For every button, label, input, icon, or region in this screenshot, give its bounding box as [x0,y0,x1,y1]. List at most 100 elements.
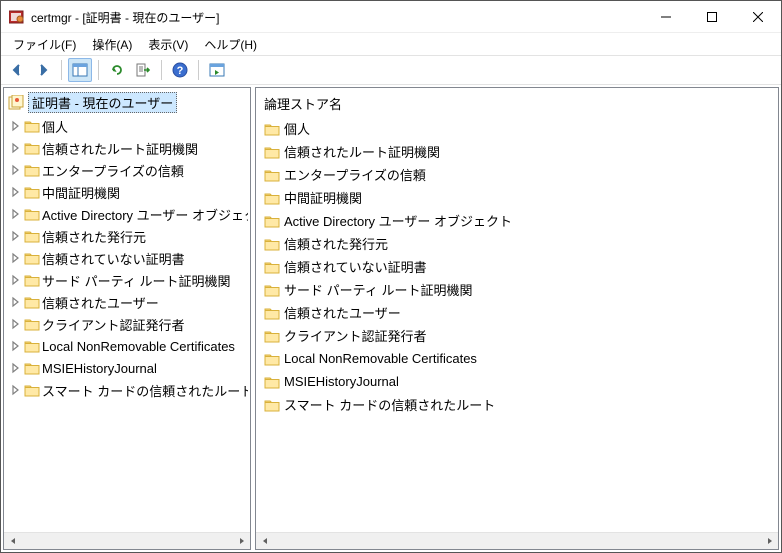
list-column-header[interactable]: 論理ストア名 [256,90,778,117]
chevron-right-icon[interactable] [10,362,22,374]
scroll-right-icon[interactable] [233,533,250,550]
chevron-right-icon[interactable] [10,142,22,154]
list-body[interactable]: 論理ストア名 個人信頼されたルート証明機関エンタープライズの信頼中間証明機関 Ac… [256,88,778,532]
forward-button[interactable] [31,58,55,82]
scroll-right-icon[interactable] [761,533,778,550]
folder-icon [24,383,40,397]
list-item[interactable]: 個人 [256,117,778,140]
tree-item[interactable]: 信頼されていない証明書 [4,247,250,269]
tree-root-node[interactable]: 証明書 - 現在のユーザー [4,90,250,115]
tree-item[interactable]: 信頼されたルート証明機関 [4,137,250,159]
tree-item-label: 信頼されたルート証明機関 [42,139,198,158]
certificate-root-icon [8,95,24,111]
list-item[interactable]: サード パーティ ルート証明機関 [256,278,778,301]
menubar: ファイル(F) 操作(A) 表示(V) ヘルプ(H) [1,33,781,55]
chevron-right-icon[interactable] [10,208,22,220]
folder-icon [24,295,40,309]
window: certmgr - [証明書 - 現在のユーザー] ファイル(F) 操作(A) … [0,0,782,553]
content-area: 証明書 - 現在のユーザー 個人信頼されたルート証明機関エンタープライズの信頼中… [1,85,781,552]
tree-item[interactable]: Local NonRemovable Certificates [4,335,250,357]
menu-file[interactable]: ファイル(F) [5,34,84,55]
tree-item-label: 中間証明機関 [42,183,120,202]
tree-item[interactable]: 信頼された発行元 [4,225,250,247]
chevron-right-icon[interactable] [10,164,22,176]
tree-body[interactable]: 証明書 - 現在のユーザー 個人信頼されたルート証明機関エンタープライズの信頼中… [4,88,250,532]
chevron-right-icon[interactable] [10,274,22,286]
list-item-label: 信頼されていない証明書 [284,257,427,276]
folder-icon [24,251,40,265]
list-item-label: MSIEHistoryJournal [284,374,399,389]
folder-icon [24,141,40,155]
list-item-label: 信頼された発行元 [284,234,388,253]
help-button[interactable]: ? [168,58,192,82]
toolbar: ? [1,55,781,85]
folder-icon [24,361,40,375]
folder-icon [24,119,40,133]
chevron-right-icon[interactable] [10,252,22,264]
toolbar-separator [61,60,62,80]
folder-icon [264,283,280,297]
action-pane-button[interactable] [205,58,229,82]
chevron-right-icon[interactable] [10,340,22,352]
menu-action[interactable]: 操作(A) [84,34,140,55]
list-item[interactable]: 中間証明機関 [256,186,778,209]
list-item[interactable]: エンタープライズの信頼 [256,163,778,186]
titlebar: certmgr - [証明書 - 現在のユーザー] [1,1,781,33]
list-item[interactable]: 信頼されたユーザー [256,301,778,324]
chevron-right-icon[interactable] [10,230,22,242]
svg-text:?: ? [177,65,184,77]
menu-help[interactable]: ヘルプ(H) [196,34,265,55]
tree-item[interactable]: クライアント認証発行者 [4,313,250,335]
tree-pane: 証明書 - 現在のユーザー 個人信頼されたルート証明機関エンタープライズの信頼中… [3,87,251,550]
folder-icon [264,352,280,366]
chevron-right-icon[interactable] [10,120,22,132]
tree-item[interactable]: スマート カードの信頼されたルート [4,379,250,401]
folder-icon [264,260,280,274]
list-item[interactable]: 信頼された発行元 [256,232,778,255]
chevron-right-icon[interactable] [10,296,22,308]
tree-item[interactable]: エンタープライズの信頼 [4,159,250,181]
toolbar-separator [161,60,162,80]
tree-item[interactable]: Active Directory ユーザー オブジェクト [4,203,250,225]
maximize-button[interactable] [689,1,735,32]
folder-icon [264,237,280,251]
chevron-right-icon[interactable] [10,384,22,396]
minimize-button[interactable] [643,1,689,32]
tree-item-label: エンタープライズの信頼 [42,161,184,180]
tree-item[interactable]: 中間証明機関 [4,181,250,203]
tree-item-label: クライアント認証発行者 [42,315,184,334]
chevron-right-icon[interactable] [10,318,22,330]
horizontal-scrollbar[interactable] [256,532,778,549]
tree-item[interactable]: MSIEHistoryJournal [4,357,250,379]
export-list-button[interactable] [131,58,155,82]
list-item[interactable]: クライアント認証発行者 [256,324,778,347]
list-item[interactable]: MSIEHistoryJournal [256,370,778,393]
list-item[interactable]: Local NonRemovable Certificates [256,347,778,370]
back-button[interactable] [5,58,29,82]
list-item[interactable]: 信頼されていない証明書 [256,255,778,278]
scroll-left-icon[interactable] [256,533,273,550]
chevron-right-icon[interactable] [10,186,22,198]
folder-icon [264,145,280,159]
list-item-label: 中間証明機関 [284,188,362,207]
tree-item[interactable]: 信頼されたユーザー [4,291,250,313]
show-hide-tree-button[interactable] [68,58,92,82]
folder-icon [264,214,280,228]
horizontal-scrollbar[interactable] [4,532,250,549]
list-item-label: Active Directory ユーザー オブジェクト [284,211,512,230]
list-item[interactable]: スマート カードの信頼されたルート [256,393,778,416]
list-item-label: スマート カードの信頼されたルート [284,395,495,414]
menu-view[interactable]: 表示(V) [140,34,196,55]
tree-item[interactable]: サード パーティ ルート証明機関 [4,269,250,291]
list-item[interactable]: Active Directory ユーザー オブジェクト [256,209,778,232]
close-button[interactable] [735,1,781,32]
tree-item-label: スマート カードの信頼されたルート [42,381,248,400]
folder-icon [264,168,280,182]
app-icon [9,9,25,25]
list-item[interactable]: 信頼されたルート証明機関 [256,140,778,163]
list-item-label: 信頼されたルート証明機関 [284,142,440,161]
tree-item[interactable]: 個人 [4,115,250,137]
refresh-button[interactable] [105,58,129,82]
folder-icon [24,207,40,221]
scroll-left-icon[interactable] [4,533,21,550]
